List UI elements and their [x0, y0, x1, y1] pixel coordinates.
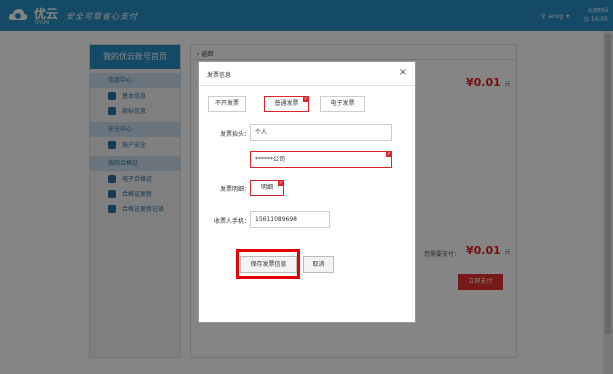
company-name-field[interactable]: ******公司 ✓ [250, 151, 392, 168]
phone-label: 收票人手机： [213, 218, 250, 225]
dialog-header: 发票信息 × [199, 62, 415, 86]
close-icon[interactable]: × [399, 67, 407, 78]
option-normal-invoice[interactable]: 普通发票 ✓ [264, 96, 309, 112]
dialog-title: 发票信息 [207, 72, 232, 79]
option-label: 普通发票 [274, 100, 299, 107]
invoice-header-field[interactable]: 个人 [250, 124, 392, 141]
checkmark-icon: ✓ [386, 151, 392, 157]
checkmark-icon: ✓ [278, 180, 284, 186]
phone-field[interactable]: 15611089698 [250, 211, 330, 228]
checkmark-icon: ✓ [303, 96, 309, 102]
highlight-box [236, 249, 300, 279]
option-e-invoice[interactable]: 电子发票 [320, 96, 365, 112]
option-no-invoice[interactable]: 不开发票 [208, 96, 246, 112]
detail-option-label: 明细 [260, 184, 273, 191]
cancel-button[interactable]: 取消 [303, 256, 334, 273]
invoice-detail-label: 发票明细： [219, 186, 250, 193]
invoice-header-label: 发票抬头： [219, 131, 250, 138]
invoice-detail-option[interactable]: 明细 ✓ [250, 180, 284, 196]
company-name-value: ******公司 [255, 156, 286, 163]
